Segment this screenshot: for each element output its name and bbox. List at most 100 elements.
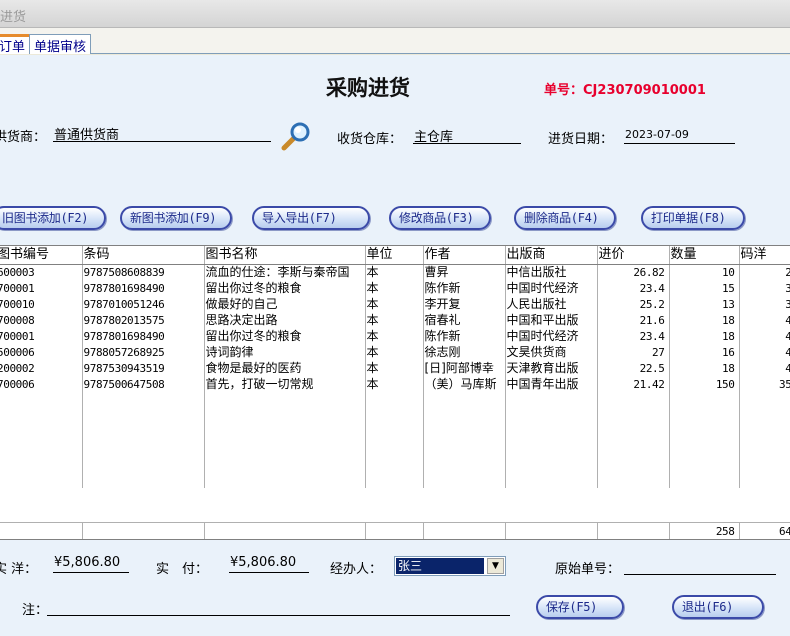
tab-order[interactable]: 订单: [0, 34, 31, 55]
tab-document-review[interactable]: 单据审核: [29, 34, 92, 55]
table-cell: [423, 408, 506, 424]
table-cell: 3: [739, 280, 790, 296]
table-cell: 16: [669, 344, 740, 360]
table-cell: [597, 440, 670, 456]
table-cell: [739, 408, 790, 424]
window-titlebar: 进货: [0, 0, 790, 28]
table-cell: [204, 472, 366, 488]
search-icon[interactable]: [280, 121, 312, 151]
table-cell: 4: [739, 360, 790, 376]
table-cell: [505, 456, 598, 472]
table-cell: [669, 440, 740, 456]
table-row[interactable]: 200002 9787530943519 食物是最好的医药本 [日]阿部博幸 天津教育出…: [0, 360, 790, 376]
paid-field[interactable]: ¥5,806.80: [229, 555, 309, 573]
handler-selected-value: 张三: [396, 558, 484, 574]
original-number-field[interactable]: [624, 557, 776, 575]
table-cell: [423, 456, 506, 472]
table-cell: [597, 392, 670, 408]
table-cell: [505, 408, 598, 424]
column-header[interactable]: 进价: [597, 246, 670, 265]
table-row[interactable]: 700001 9787801698490 留出你过冬的粮食本陈作新 中国时代经济 23.…: [0, 328, 790, 344]
table-cell: 21.42: [597, 376, 670, 392]
column-header[interactable]: 出版商: [505, 246, 598, 265]
table-cell: 陈作新: [423, 280, 506, 296]
print-document-button[interactable]: 打印单据(F8): [641, 206, 745, 230]
table-cell: [739, 392, 790, 408]
paid-label: 实 付：: [156, 562, 209, 577]
table-cell: 700001: [0, 328, 83, 344]
table-cell: [365, 408, 424, 424]
actual-price-field[interactable]: ¥5,806.80: [53, 555, 129, 573]
book-table[interactable]: 图书编号 条码 图书名称 单位 作者 出版商 进价 数量 码洋 600003 97…: [0, 245, 790, 540]
table-cell: [739, 472, 790, 488]
table-cell: 26.82: [597, 264, 670, 280]
table-cell: [365, 424, 424, 440]
table-cell: [669, 424, 740, 440]
table-cell: 9787801698490: [82, 328, 205, 344]
table-cell: 本: [365, 280, 424, 296]
column-header[interactable]: 数量: [669, 246, 740, 265]
table-cell: 700001: [0, 280, 83, 296]
table-cell: 中国青年出版: [505, 376, 598, 392]
table-cell: 18: [669, 360, 740, 376]
table-cell: [204, 392, 366, 408]
handler-select[interactable]: 张三 ▼: [394, 556, 506, 576]
table-cell: [365, 392, 424, 408]
table-cell: 本: [365, 264, 424, 280]
import-export-button[interactable]: 导入导出(F7): [252, 206, 370, 230]
exit-button[interactable]: 退出(F6): [672, 595, 764, 619]
table-row[interactable]: 700010 9787010051246 做最好的自己本李开复 人民出版社 25.2 13…: [0, 296, 790, 312]
table-cell: [597, 424, 670, 440]
page-title: 采购进货: [326, 75, 410, 100]
table-cell: [739, 456, 790, 472]
total-quantity: 258: [669, 522, 740, 539]
table-cell: 留出你过冬的粮食: [204, 328, 366, 344]
table-cell: 天津教育出版: [505, 360, 598, 376]
table-cell: [82, 424, 205, 440]
table-cell: 18: [669, 312, 740, 328]
table-cell: 18: [669, 328, 740, 344]
column-header[interactable]: 条码: [82, 246, 205, 265]
column-header[interactable]: 图书名称: [204, 246, 366, 265]
table-cell: 诗词韵律: [204, 344, 366, 360]
table-cell: [365, 472, 424, 488]
table-cell: 700006: [0, 376, 83, 392]
chevron-down-icon[interactable]: ▼: [487, 558, 504, 574]
save-button[interactable]: 保存(F5): [536, 595, 624, 619]
table-cell: 500006: [0, 344, 83, 360]
column-header[interactable]: 作者: [423, 246, 506, 265]
table-cell: 中信出版社: [505, 264, 598, 280]
table-row[interactable]: 700001 9787801698490 留出你过冬的粮食本陈作新 中国时代经济 23.…: [0, 280, 790, 296]
table-cell: 600003: [0, 264, 83, 280]
note-field[interactable]: [47, 598, 510, 616]
table-cell: 首先，打破一切常规: [204, 376, 366, 392]
supplier-field[interactable]: 普通供货商: [53, 124, 271, 143]
table-row[interactable]: 700008 9787802013575 思路决定出路本宿春礼 中国和平出版 21.6 1…: [0, 312, 790, 328]
column-header[interactable]: 单位: [365, 246, 424, 265]
warehouse-field[interactable]: 主仓库: [413, 126, 521, 145]
warehouse-label: 收货仓库：: [337, 132, 403, 147]
handler-label: 经办人：: [330, 562, 383, 577]
table-row[interactable]: 600003 9787508608839 流血的仕途：李斯与秦帝国本曹昇 中信出版社 2…: [0, 264, 790, 280]
table-cell: [597, 472, 670, 488]
table-row[interactable]: 700006 9787500647508 首先，打破一切常规本（美）马库斯 中国青年出…: [0, 376, 790, 392]
order-number: 单号：CJ230709010001: [544, 79, 706, 98]
table-row-empty: [0, 392, 790, 408]
table-cell: 22.5: [597, 360, 670, 376]
table-cell: [423, 472, 506, 488]
table-cell: [日]阿部博幸: [423, 360, 506, 376]
date-field[interactable]: 2023-07-09: [624, 126, 735, 144]
add-old-book-button[interactable]: 旧图书添加(F2): [0, 206, 106, 230]
column-header[interactable]: 图书编号: [0, 246, 83, 265]
book-table-grid: 图书编号 条码 图书名称 单位 作者 出版商 进价 数量 码洋 600003 97…: [0, 246, 790, 488]
add-new-book-button[interactable]: 新图书添加(F9): [120, 206, 232, 230]
table-row[interactable]: 5000069788057268925诗词韵律本徐志刚文昊供货商27164: [0, 344, 790, 360]
table-cell: 21.6: [597, 312, 670, 328]
table-cell: [0, 392, 83, 408]
column-header[interactable]: 码洋: [739, 246, 790, 265]
table-cell: 人民出版社: [505, 296, 598, 312]
table-cell: 本: [365, 344, 424, 360]
table-cell: [505, 440, 598, 456]
delete-item-button[interactable]: 删除商品(F4): [514, 206, 616, 230]
modify-item-button[interactable]: 修改商品(F3): [389, 206, 491, 230]
